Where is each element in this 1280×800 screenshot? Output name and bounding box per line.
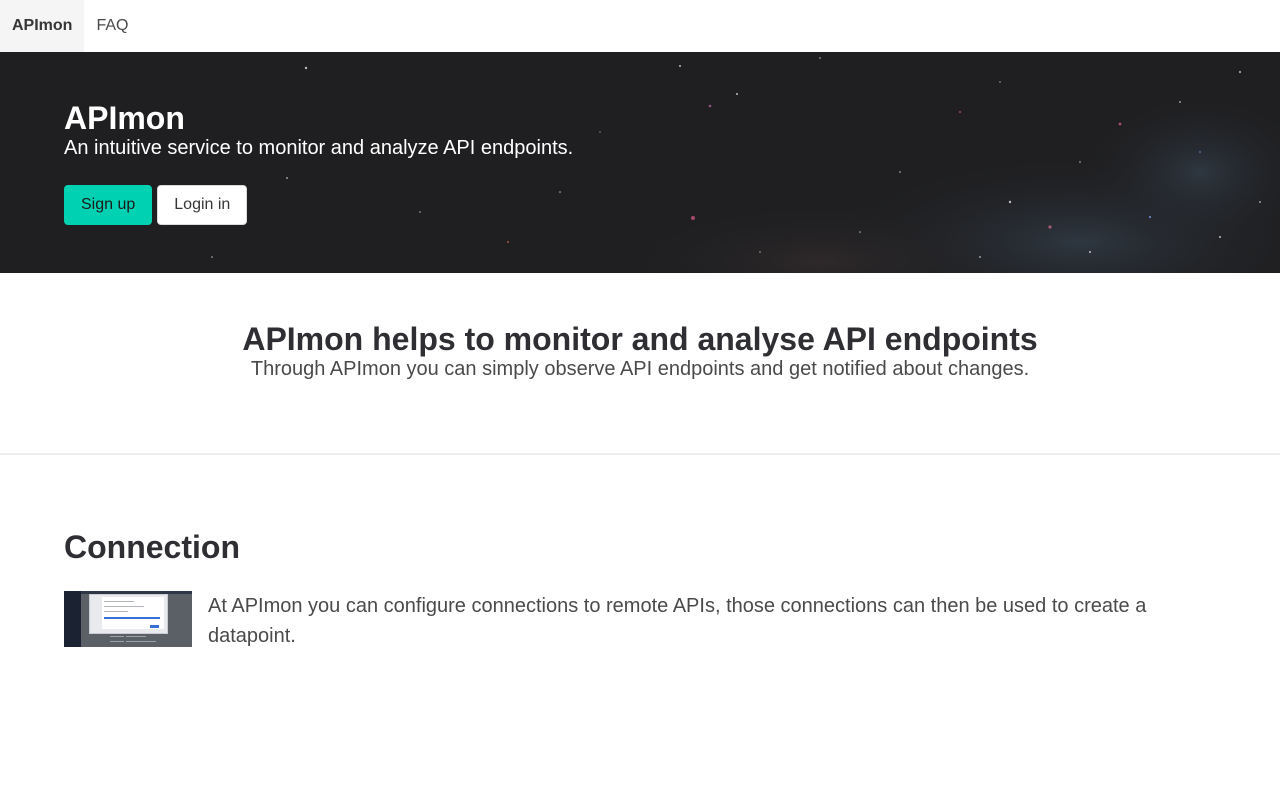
connection-screenshot-thumbnail[interactable] [64, 591, 192, 647]
connection-section: Connection At APImon you can configure c… [0, 455, 1280, 651]
connection-description: At APImon you can configure connections … [208, 595, 1147, 647]
hero-banner: APImon An intuitive service to monitor a… [0, 52, 1280, 273]
nav-brand-link[interactable]: APImon [0, 0, 85, 52]
thumb-row [126, 636, 146, 637]
connection-media: At APImon you can configure connections … [64, 591, 1216, 651]
hero-title: APImon [64, 100, 185, 136]
intro-subtitle: Through APImon you can simply observe AP… [250, 358, 1030, 380]
navbar: APImon FAQ [0, 0, 1280, 52]
thumb-line [104, 601, 134, 602]
intro-title: APImon helps to monitor and analyse API … [242, 321, 1038, 357]
signup-button[interactable]: Sign up [64, 185, 153, 225]
nav-item-faq[interactable]: FAQ [84, 0, 140, 52]
thumb-line [104, 611, 128, 612]
thumb-row [110, 636, 124, 637]
intro-section: APImon helps to monitor and analyse API … [0, 273, 1280, 455]
thumb-row [110, 641, 124, 642]
thumb-highlight [104, 617, 160, 619]
thumb-row [126, 641, 156, 642]
hero-body: APImon An intuitive service to monitor a… [64, 100, 573, 225]
thumb-line [104, 606, 144, 607]
hero-buttons: Sign up Login in [64, 185, 573, 225]
thumb-sidebar [64, 591, 81, 647]
connection-title: Connection [64, 529, 240, 565]
hero-subtitle: An intuitive service to monitor and anal… [64, 137, 574, 159]
thumb-button [150, 625, 159, 628]
login-button[interactable]: Login in [157, 185, 248, 225]
